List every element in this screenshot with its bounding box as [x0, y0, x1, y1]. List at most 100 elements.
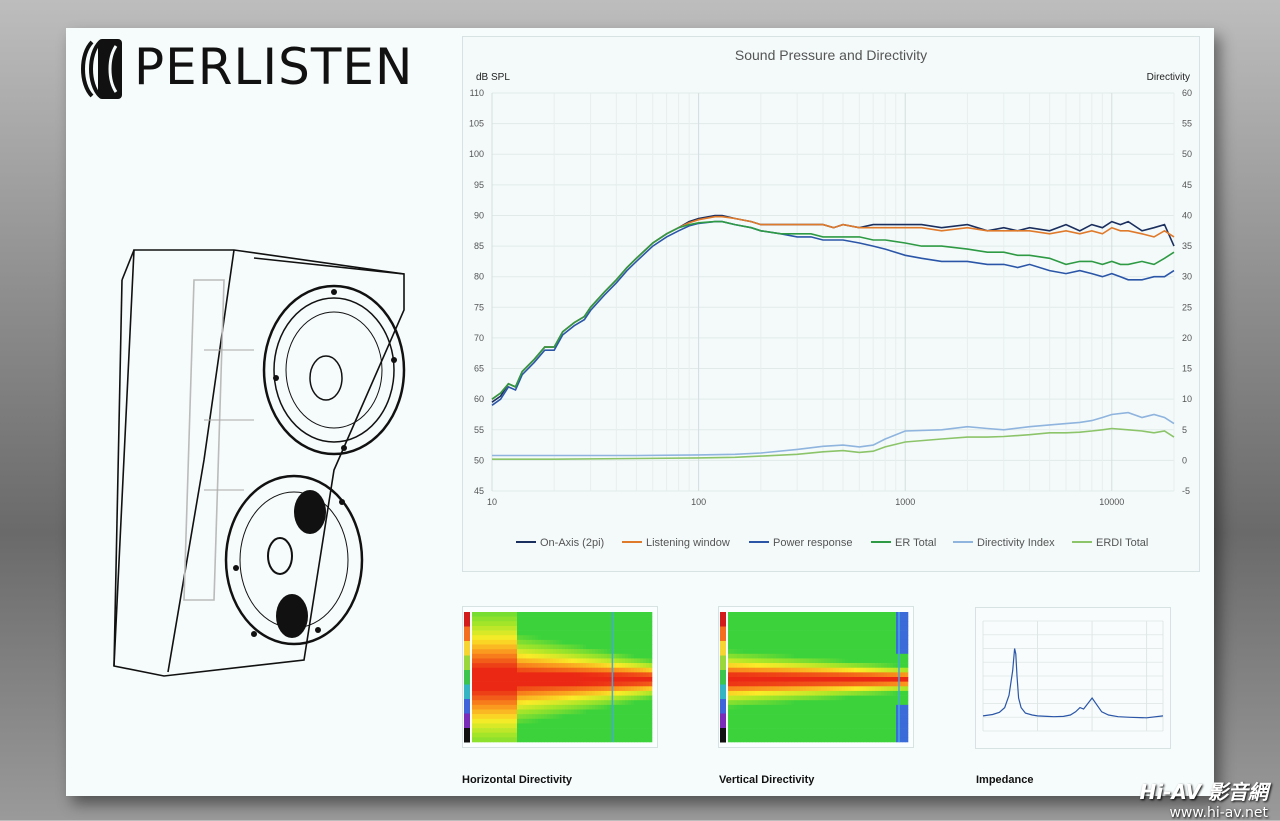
- heatmap-cell: [797, 686, 801, 692]
- heatmap-cell: [505, 677, 509, 682]
- heatmap-cell: [577, 621, 581, 627]
- heatmap-cell: [803, 644, 807, 650]
- heatmap-cell: [607, 714, 611, 720]
- heatmap-cell: [634, 728, 638, 734]
- heatmap-cell: [854, 672, 858, 678]
- heatmap-cell: [905, 667, 909, 673]
- heatmap-cell: [749, 621, 753, 627]
- heatmap-cell: [556, 686, 560, 692]
- colorbar-step: [720, 713, 726, 728]
- heatmap-cell: [827, 690, 831, 696]
- heatmap-cell: [607, 672, 611, 678]
- heatmap-cell: [788, 621, 792, 627]
- heatmap-cell: [827, 658, 831, 664]
- heatmap-cell: [800, 728, 804, 734]
- heatmap-cell: [637, 672, 641, 678]
- heatmap-cell: [649, 644, 653, 650]
- heatmap-cell: [779, 732, 783, 738]
- heatmap-cell: [505, 732, 509, 738]
- heatmap-cell: [526, 616, 530, 622]
- heatmap-cell: [860, 653, 864, 659]
- heatmap-cell: [758, 723, 762, 729]
- heatmap-cell: [881, 672, 885, 678]
- heatmap-cell: [902, 709, 906, 715]
- heatmap-cell: [580, 686, 584, 692]
- heatmap-cell: [833, 728, 837, 734]
- heatmap-cell: [770, 658, 774, 664]
- heatmap-cell: [761, 709, 765, 715]
- heatmap-cell: [601, 690, 605, 696]
- heatmap-cell: [556, 677, 560, 682]
- heatmap-cell: [758, 728, 762, 734]
- heatmap-cell: [857, 625, 861, 631]
- heatmap-cell: [514, 700, 518, 706]
- heatmap-cell: [598, 630, 602, 636]
- heatmap-cell: [830, 612, 834, 617]
- heatmap-cell: [761, 704, 765, 710]
- heatmap-cell: [520, 621, 524, 627]
- heatmap-cell: [589, 649, 593, 655]
- heatmap-cell: [836, 700, 840, 706]
- heatmap-cell: [869, 644, 873, 650]
- heatmap-cell: [622, 639, 626, 645]
- heatmap-cell: [770, 625, 774, 631]
- heatmap-cell: [794, 663, 798, 669]
- heatmap-cell: [481, 625, 485, 631]
- heatmap-cell: [833, 723, 837, 729]
- heatmap-cell: [905, 672, 909, 678]
- heatmap-cell: [493, 718, 497, 724]
- heatmap-cell: [598, 737, 602, 743]
- heatmap-cell: [857, 723, 861, 729]
- heatmap-cell: [761, 732, 765, 738]
- heatmap-cell: [890, 709, 894, 715]
- heatmap-cell: [634, 672, 638, 678]
- heatmap-cell: [472, 667, 476, 673]
- heatmap-cell: [854, 700, 858, 706]
- heatmap-cell: [794, 718, 798, 724]
- heatmap-cell: [758, 663, 762, 669]
- heatmap-cell: [478, 616, 482, 622]
- legend-label: ER Total: [895, 537, 936, 549]
- heatmap-cell: [502, 704, 506, 710]
- heatmap-cell: [475, 612, 479, 617]
- heatmap-cell: [538, 700, 542, 706]
- heatmap-cell: [622, 625, 626, 631]
- heatmap-cell: [863, 737, 867, 743]
- heatmap-cell: [571, 639, 575, 645]
- heatmap-cell: [619, 639, 623, 645]
- heatmap-cell: [788, 709, 792, 715]
- heatmap-cell: [619, 709, 623, 715]
- heatmap-cell: [544, 621, 548, 627]
- heatmap-cell: [863, 686, 867, 692]
- heatmap-cell: [782, 653, 786, 659]
- heatmap-cell: [481, 700, 485, 706]
- heatmap-cell: [800, 639, 804, 645]
- heatmap-cell: [520, 695, 524, 701]
- heatmap-cell: [857, 704, 861, 710]
- heatmap-cell: [740, 704, 744, 710]
- heatmap-cell: [764, 639, 768, 645]
- heatmap-cell: [538, 635, 542, 641]
- heatmap-cell: [803, 616, 807, 622]
- heatmap-cell: [863, 732, 867, 738]
- heatmap-cell: [586, 718, 590, 724]
- heatmap-cell: [637, 714, 641, 720]
- heatmap-cell: [547, 704, 551, 710]
- heatmap-cell: [779, 616, 783, 622]
- heatmap-cell: [752, 677, 756, 682]
- heatmap-cell: [613, 621, 617, 627]
- heatmap-cell: [746, 700, 750, 706]
- heatmap-cell: [728, 612, 732, 617]
- heatmap-cell: [565, 644, 569, 650]
- heatmap-cell: [887, 728, 891, 734]
- heatmap-cell: [761, 612, 765, 617]
- heatmap-cell: [815, 672, 819, 678]
- heatmap-cell: [902, 621, 906, 627]
- heatmap-cell: [640, 723, 644, 729]
- heatmap-cell: [634, 718, 638, 724]
- heatmap-cell: [749, 681, 753, 687]
- heatmap-cell: [550, 649, 554, 655]
- heatmap-cell: [478, 681, 482, 687]
- heatmap-cell: [592, 635, 596, 641]
- heatmap-cell: [833, 718, 837, 724]
